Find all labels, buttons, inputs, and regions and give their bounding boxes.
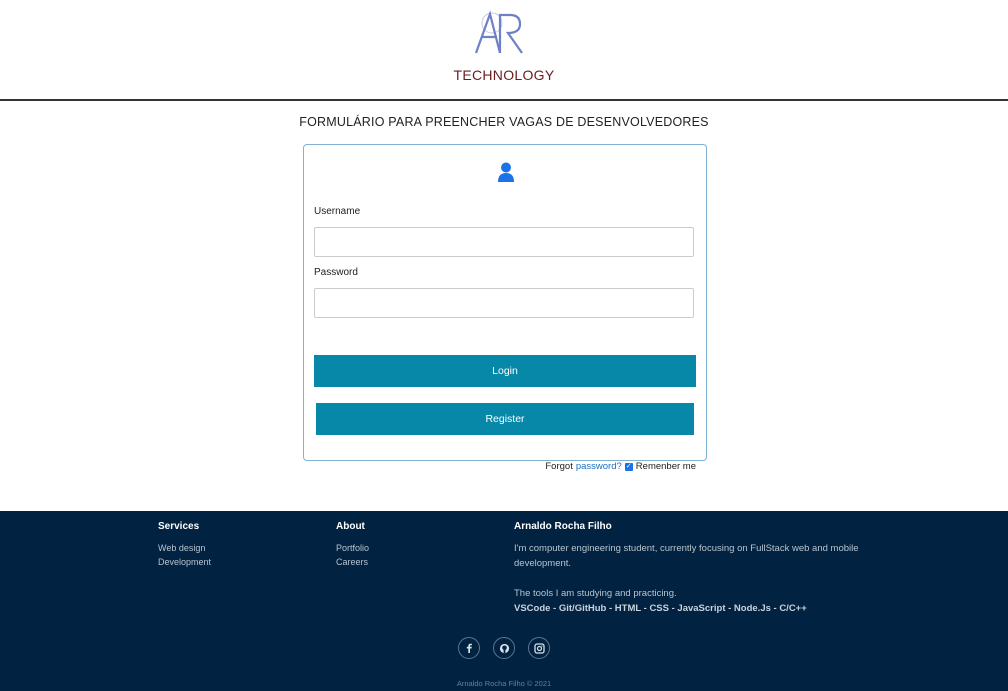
form-title: FORMULÁRIO PARA PREENCHER VAGAS DE DESEN… [299,115,709,129]
password-label: Password [314,267,358,278]
forgot-text: Forgot [545,461,573,472]
footer-link-development[interactable]: Development [158,555,211,569]
facebook-icon[interactable] [458,637,480,659]
tools-intro: The tools I am studying and practicing. [514,588,677,599]
login-card: Username Password Login Register [303,144,707,461]
login-button[interactable]: Login [314,355,696,387]
password-input[interactable] [314,288,694,318]
user-icon [498,162,514,182]
login-options: Forgot password? ✓ Remenber me [545,461,696,472]
footer-link-web-design[interactable]: Web design [158,541,211,555]
register-button[interactable]: Register [316,403,694,435]
site-header: TECHNOLOGY [0,0,1008,101]
footer-author: Arnaldo Rocha Filho I'm computer enginee… [514,521,864,616]
brand-name: TECHNOLOGY [453,67,555,83]
author-heading: Arnaldo Rocha Filho [514,521,612,532]
services-heading: Services [158,521,200,532]
ar-logo [474,10,523,54]
instagram-icon[interactable] [528,637,550,659]
footer-link-careers[interactable]: Careers [336,555,369,569]
author-description: I'm computer engineering student, curren… [514,543,859,569]
copyright: Arnaldo Rocha Filho © 2021 [456,679,552,688]
remember-checkbox[interactable]: ✓ [624,462,633,471]
site-footer: Services Web design Development About Po… [0,511,1008,691]
footer-link-portfolio[interactable]: Portfolio [336,541,369,555]
username-input[interactable] [314,227,694,257]
tools-list: VSCode - Git/GitHub - HTML - CSS - JavaS… [514,603,807,614]
footer-about: About Portfolio Careers [336,521,369,569]
footer-services: Services Web design Development [158,521,211,569]
remember-label: Remenber me [635,461,696,472]
about-heading: About [336,521,365,532]
header-divider [0,99,1008,101]
username-label: Username [314,206,361,217]
forgot-password-link[interactable]: password? [576,461,622,472]
github-icon[interactable] [493,637,515,659]
